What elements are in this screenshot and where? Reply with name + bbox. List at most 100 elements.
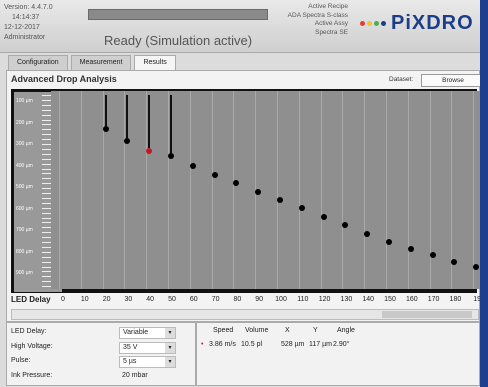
drop-marker bbox=[429, 252, 436, 259]
browse-button[interactable]: Browse bbox=[421, 74, 480, 87]
setting-select[interactable]: 5 µs ▾ bbox=[119, 356, 176, 368]
drop-tail bbox=[104, 95, 107, 127]
drop-tail bbox=[170, 95, 172, 154]
date-text: 12-12-2017 bbox=[4, 24, 40, 31]
ruler-label: 500 µm bbox=[16, 184, 33, 190]
chevron-down-icon[interactable]: ▾ bbox=[165, 357, 175, 367]
results-header: Y bbox=[313, 327, 318, 334]
user-text: Administrator bbox=[4, 34, 46, 41]
led-delay-tick: 0 bbox=[61, 296, 65, 303]
header-bar: Version: 4.4.7.0 14:14:37 12-12-2017 Adm… bbox=[0, 0, 480, 53]
setting-label: LED Delay: bbox=[11, 328, 47, 335]
led-delay-tick: 60 bbox=[189, 296, 198, 303]
frame-divider bbox=[407, 91, 409, 289]
drop-marker bbox=[320, 213, 327, 220]
setting-select[interactable]: 35 V ▾ bbox=[119, 341, 176, 354]
drop-marker bbox=[124, 138, 131, 145]
results-panel: Speed Volume X Y Angle • 3.86 m/s 10.5 pl 528 µm… bbox=[196, 322, 480, 386]
frame-divider bbox=[429, 91, 431, 289]
drop-marker bbox=[189, 163, 196, 170]
scrollbar-thumb[interactable] bbox=[382, 311, 472, 318]
horizontal-scrollbar[interactable] bbox=[11, 309, 479, 320]
drop-marker bbox=[233, 180, 240, 187]
frame-divider bbox=[277, 91, 278, 289]
led-delay-tick: 170 bbox=[427, 296, 440, 303]
ruler-label: 700 µm bbox=[16, 227, 33, 233]
led-delay-tick: 140 bbox=[362, 296, 375, 303]
drop-analysis-panel: Advanced Drop Analysis Dataset: Browse 1… bbox=[6, 70, 480, 322]
chevron-down-icon[interactable]: ▾ bbox=[165, 342, 175, 353]
setting-value: 5 µs bbox=[123, 358, 137, 365]
drop-marker bbox=[451, 259, 458, 266]
led-delay-tick: 160 bbox=[405, 296, 418, 303]
panel-title: Advanced Drop Analysis bbox=[11, 74, 117, 84]
results-cell: 3.86 m/s bbox=[209, 341, 236, 348]
led-delay-tick: 90 bbox=[255, 296, 264, 303]
setting-label: High Voltage: bbox=[11, 342, 53, 350]
ruler-label: 600 µm bbox=[16, 205, 33, 212]
led-delay-tick: 10 bbox=[80, 296, 89, 303]
frame-divider bbox=[320, 91, 322, 289]
drop-marker bbox=[364, 230, 371, 237]
time-text: 14:14:37 bbox=[12, 14, 40, 21]
logo-dot bbox=[367, 21, 372, 26]
led-delay-tick: 30 bbox=[124, 296, 133, 303]
drop-marker bbox=[146, 148, 153, 155]
led-delay-tick: 20 bbox=[102, 296, 111, 303]
ruler-label: 300 µm bbox=[16, 141, 33, 147]
results-cell: 2.90° bbox=[333, 341, 350, 348]
led-delay-tick: 180 bbox=[449, 296, 462, 303]
frame-divider bbox=[386, 91, 387, 289]
led-delay-tick: 70 bbox=[211, 296, 220, 303]
logo-dot bbox=[381, 21, 386, 26]
led-delay-axis: LED Delay 0 10 20 30 40 50 60 70 80 90 100 110 120 13… bbox=[11, 293, 480, 307]
assy-name: Spectra SE bbox=[315, 28, 348, 36]
setting-value: 20 mbar bbox=[122, 371, 148, 379]
frame-divider bbox=[211, 91, 213, 289]
results-header: X bbox=[285, 327, 290, 334]
setting-select[interactable]: Variable ▾ bbox=[119, 327, 176, 339]
drop-marker bbox=[102, 126, 109, 133]
recipe-info: Active Recipe ADA Spectra S-class Active… bbox=[276, 3, 348, 37]
frame-divider bbox=[80, 91, 82, 289]
drop-marker bbox=[342, 222, 349, 229]
led-delay-tick: 100 bbox=[275, 296, 287, 303]
setting-label: Pulse: bbox=[11, 357, 31, 364]
led-delay-tick: 40 bbox=[146, 296, 155, 303]
led-delay-label: LED Delay bbox=[11, 295, 51, 304]
logo-text: PiXDRO bbox=[391, 12, 474, 34]
led-delay-tick: 19 bbox=[473, 296, 480, 303]
drop-marker bbox=[277, 196, 283, 203]
drop-image-strip[interactable] bbox=[51, 91, 480, 289]
settings-panel: LED Delay: Variable ▾ High Voltage: 35 V ▾ Pul… bbox=[6, 322, 196, 386]
setting-label: Ink Pressure: bbox=[11, 371, 53, 379]
ruler-label: 100 µm bbox=[16, 98, 33, 104]
active-assy-label: Active Assy bbox=[314, 20, 348, 27]
frame-divider bbox=[124, 91, 126, 289]
drop-marker bbox=[386, 238, 392, 245]
frame-divider bbox=[189, 91, 191, 289]
drop-marker bbox=[298, 205, 305, 212]
frame-divider bbox=[364, 91, 366, 289]
version-text: Version: 4.4.7.0 bbox=[4, 4, 53, 11]
led-delay-tick: 130 bbox=[340, 296, 353, 303]
frame-divider bbox=[473, 91, 475, 289]
results-cell: 10.5 pl bbox=[241, 341, 263, 348]
drop-marker bbox=[168, 153, 174, 160]
results-header: Angle bbox=[337, 327, 355, 334]
setting-value: 35 V bbox=[123, 343, 138, 351]
drop-marker bbox=[255, 188, 262, 195]
chevron-down-icon[interactable]: ▾ bbox=[165, 328, 175, 338]
ruler-label: 900 µm bbox=[16, 270, 33, 276]
led-delay-tick: 120 bbox=[318, 296, 331, 303]
frame-divider bbox=[233, 91, 235, 289]
drop-tail bbox=[148, 95, 151, 149]
ruler-label: 400 µm bbox=[16, 162, 33, 169]
pixdro-logo: PiXDRO bbox=[360, 12, 474, 35]
status-text: Ready (Simulation active) bbox=[104, 33, 253, 48]
ruler-label: 800 µm bbox=[16, 248, 33, 255]
results-cell: 528 µm bbox=[281, 341, 305, 348]
drop-marker bbox=[407, 245, 414, 252]
drop-tail bbox=[126, 95, 129, 139]
drop-marker bbox=[211, 171, 218, 178]
